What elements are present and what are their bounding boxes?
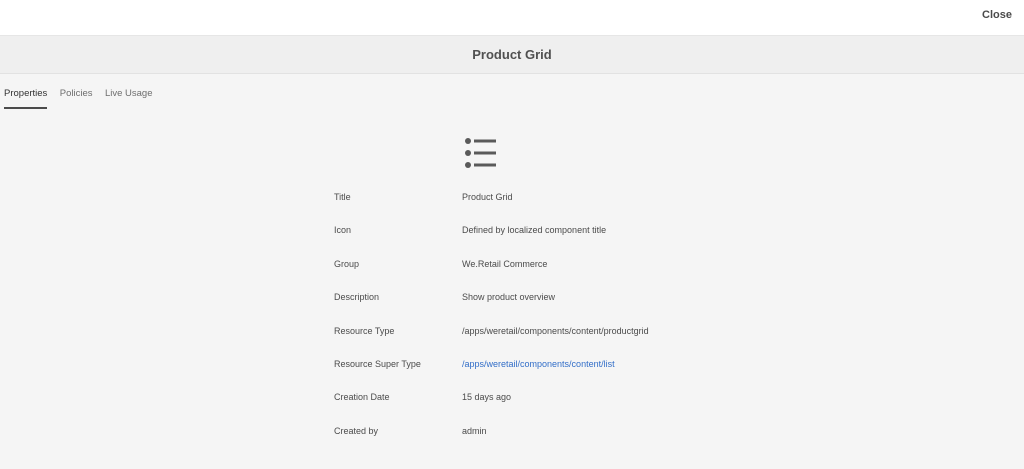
- property-label: Group: [334, 258, 360, 269]
- tab-live-usage[interactable]: Live Usage: [105, 80, 153, 109]
- tab-properties[interactable]: Properties: [4, 80, 48, 109]
- property-value: Defined by localized component title: [462, 225, 607, 236]
- property-label: Icon: [334, 225, 352, 236]
- property-label: Title: [334, 192, 351, 202]
- property-value: admin: [462, 425, 487, 436]
- close-button[interactable]: Close: [982, 9, 1012, 21]
- property-value: /apps/weretail/components/content/produc…: [462, 325, 649, 336]
- property-value: Show product overview: [462, 292, 556, 303]
- property-value: Product Grid: [462, 192, 513, 202]
- resource-super-type-link[interactable]: /apps/weretail/components/content/list: [462, 353, 615, 375]
- property-value: 15 days ago: [462, 392, 512, 403]
- property-label: Created by: [334, 425, 379, 436]
- tab-list: Properties Policies Live Usage: [4, 80, 161, 112]
- tab-policies[interactable]: Policies: [60, 80, 93, 109]
- property-label: Resource Super Type: [334, 358, 421, 369]
- property-label: Creation Date: [334, 392, 390, 403]
- property-label: Description: [334, 292, 380, 303]
- page-title: Product Grid: [472, 47, 552, 62]
- property-value: We.Retail Commerce: [462, 258, 548, 269]
- property-label: Resource Type: [334, 325, 395, 336]
- list-icon: [463, 136, 499, 172]
- top-bar: Close: [0, 0, 1024, 36]
- title-bar: Product Grid: [0, 36, 1024, 74]
